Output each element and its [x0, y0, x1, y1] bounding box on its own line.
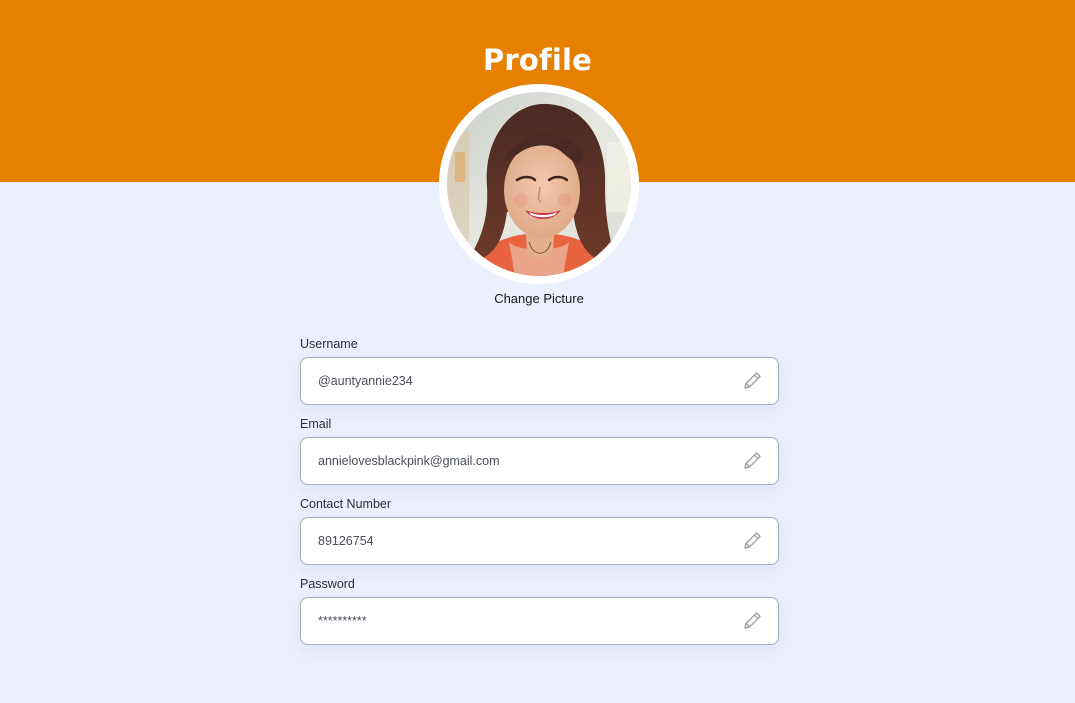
contact-number-value: 89126754: [318, 534, 374, 548]
pencil-icon[interactable]: [741, 450, 763, 472]
email-label: Email: [300, 417, 332, 431]
pencil-icon[interactable]: [741, 610, 763, 632]
avatar[interactable]: [439, 84, 639, 284]
contact-number-field[interactable]: 89126754: [300, 517, 779, 565]
username-field[interactable]: @auntyannie234: [300, 357, 779, 405]
password-value: **********: [318, 614, 367, 628]
email-value: annielovesblackpink@gmail.com: [318, 454, 500, 468]
contact-number-label: Contact Number: [300, 497, 392, 511]
avatar-photo: [447, 92, 631, 276]
password-label: Password: [300, 577, 355, 591]
pencil-icon[interactable]: [741, 370, 763, 392]
email-field[interactable]: annielovesblackpink@gmail.com: [300, 437, 779, 485]
username-value: @auntyannie234: [318, 374, 413, 388]
username-label: Username: [300, 337, 358, 351]
page-title: Profile: [482, 43, 593, 77]
password-field[interactable]: **********: [300, 597, 779, 645]
pencil-icon[interactable]: [741, 530, 763, 552]
change-picture-link[interactable]: Change Picture: [0, 290, 1075, 308]
